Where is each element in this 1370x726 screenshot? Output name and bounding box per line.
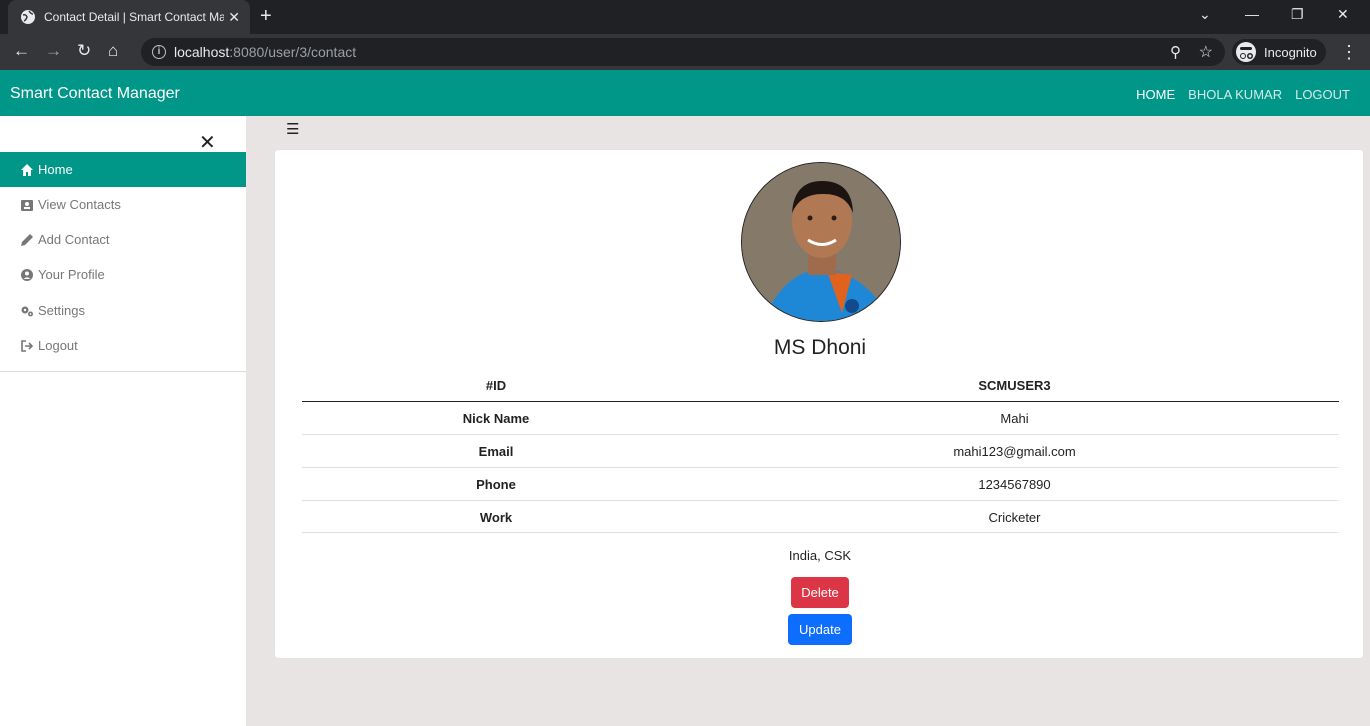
- reload-icon[interactable]: ↻: [77, 41, 91, 61]
- incognito-badge[interactable]: Incognito: [1232, 39, 1326, 65]
- browser-tab[interactable]: Contact Detail | Smart Contact Manager ✕: [8, 0, 250, 34]
- url-text: localhost:8080/user/3/contact: [174, 44, 357, 60]
- row-label: Nick Name: [462, 411, 530, 426]
- contact-description: India, CSK: [788, 548, 852, 563]
- table-header-divider: [302, 401, 1339, 402]
- tab-close-icon[interactable]: ✕: [228, 9, 240, 26]
- sidebar-item-label: Your Profile: [38, 267, 105, 282]
- table-header-row: #ID SCMUSER3: [302, 378, 1339, 393]
- app-navbar: Smart Contact Manager HOME BHOLA KUMAR L…: [0, 70, 1370, 116]
- table-row: Email mahi123@gmail.com: [302, 444, 1339, 459]
- contact-detail-card: MS Dhoni #ID SCMUSER3 Nick Name Mahi Ema…: [274, 149, 1364, 659]
- nav-home-link[interactable]: HOME: [1136, 87, 1175, 102]
- site-info-icon[interactable]: i: [152, 45, 166, 59]
- incognito-icon: [1236, 42, 1256, 62]
- sidebar-divider: [0, 371, 246, 372]
- url-field[interactable]: i localhost:8080/user/3/contact ⚲ ☆: [141, 38, 1225, 66]
- sign-out-icon: [21, 339, 34, 352]
- nav-user-link[interactable]: BHOLA KUMAR: [1188, 87, 1282, 102]
- home-icon: [21, 163, 33, 176]
- hamburger-menu-icon[interactable]: ☰: [286, 120, 299, 138]
- sidebar-item-label: Home: [38, 162, 73, 177]
- window-close-icon[interactable]: ✕: [1337, 6, 1349, 23]
- sidebar-item-add-contact[interactable]: Add Contact: [0, 222, 246, 257]
- id-value: SCMUSER3: [978, 378, 1051, 393]
- contact-name: MS Dhoni: [773, 336, 867, 359]
- browser-tab-bar: Contact Detail | Smart Contact Manager ✕…: [0, 0, 1370, 34]
- incognito-label: Incognito: [1264, 44, 1317, 60]
- sidebar-item-logout[interactable]: Logout: [0, 328, 246, 363]
- minimize-icon[interactable]: —: [1245, 6, 1259, 22]
- sidebar-item-view-contacts[interactable]: View Contacts: [0, 187, 246, 222]
- nav-logout-link[interactable]: LOGOUT: [1295, 87, 1350, 102]
- browser-menu-icon[interactable]: ⋮: [1340, 42, 1358, 63]
- tab-search-icon[interactable]: ⌄: [1199, 6, 1211, 23]
- globe-icon: [21, 10, 35, 24]
- row-value: mahi123@gmail.com: [953, 444, 1076, 459]
- id-header: #ID: [485, 378, 507, 393]
- sidebar-item-label: Logout: [38, 338, 78, 353]
- zoom-icon[interactable]: ⚲: [1170, 43, 1181, 61]
- row-divider: [302, 500, 1339, 501]
- tab-title: Contact Detail | Smart Contact Manager: [44, 10, 224, 24]
- address-bar-row: ← → ↻ ⌂ i localhost:8080/user/3/contact …: [0, 34, 1370, 70]
- home-browser-icon[interactable]: ⌂: [108, 41, 118, 61]
- sidebar-item-settings[interactable]: Settings: [0, 293, 246, 328]
- contact-avatar: [741, 162, 901, 322]
- nav-links: HOME BHOLA KUMAR LOGOUT: [1136, 87, 1350, 102]
- row-divider: [302, 532, 1339, 533]
- sidebar-item-label: Settings: [38, 303, 85, 318]
- row-label: Work: [479, 510, 513, 525]
- contacts-icon: [21, 199, 33, 211]
- back-icon[interactable]: ←: [13, 41, 30, 61]
- table-row: Nick Name Mahi: [302, 411, 1339, 426]
- update-button[interactable]: Update: [788, 614, 852, 645]
- row-divider: [302, 467, 1339, 468]
- app-brand[interactable]: Smart Contact Manager: [10, 85, 180, 103]
- row-label: Email: [478, 444, 514, 459]
- sidebar-item-your-profile[interactable]: Your Profile: [0, 257, 246, 292]
- table-row: Work Cricketer: [302, 510, 1339, 525]
- forward-icon[interactable]: →: [45, 41, 62, 61]
- row-value: 1234567890: [978, 477, 1051, 492]
- row-label: Phone: [476, 477, 516, 492]
- contact-photo: [742, 163, 900, 321]
- sidebar-item-label: Add Contact: [38, 232, 110, 247]
- restore-icon[interactable]: ❐: [1291, 6, 1304, 23]
- delete-button[interactable]: Delete: [791, 577, 849, 608]
- bookmark-star-icon[interactable]: ☆: [1199, 42, 1213, 62]
- user-circle-icon: [21, 268, 33, 281]
- row-value: Cricketer: [988, 510, 1041, 525]
- sidebar: ✕ Home View Contacts Add Contact Your Pr…: [0, 116, 246, 726]
- row-divider: [302, 434, 1339, 435]
- row-value: Mahi: [1000, 411, 1029, 426]
- pencil-icon: [21, 233, 33, 246]
- gears-icon: [21, 306, 33, 316]
- sidebar-item-label: View Contacts: [38, 197, 121, 212]
- table-row: Phone 1234567890: [302, 477, 1339, 492]
- sidebar-item-home[interactable]: Home: [0, 152, 246, 187]
- new-tab-icon[interactable]: +: [260, 5, 272, 28]
